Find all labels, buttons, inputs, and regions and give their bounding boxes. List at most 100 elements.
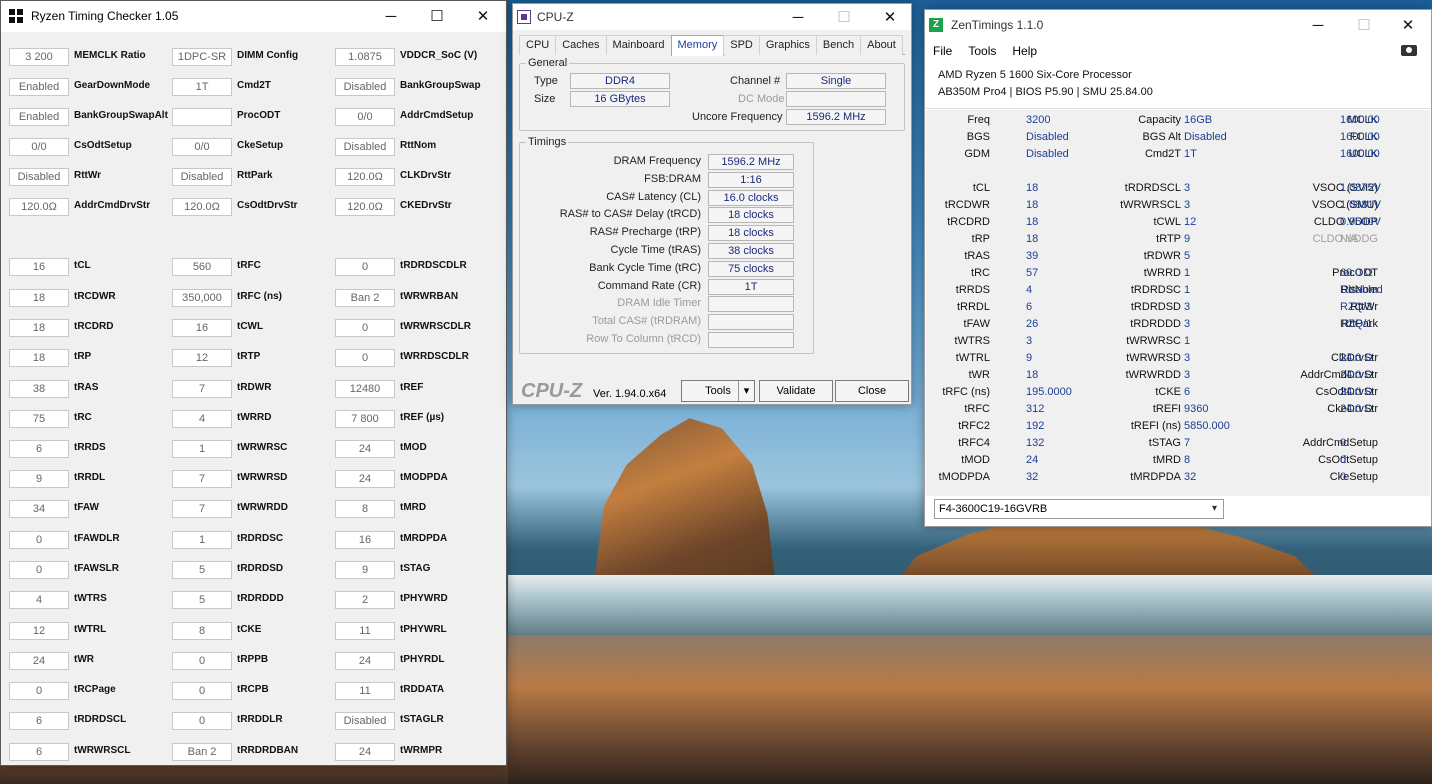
zt-value: 8 bbox=[1184, 454, 1191, 466]
rtc-label: CsOdtDrvStr bbox=[237, 200, 298, 211]
rtc-cell: 1 tRDRDSC bbox=[164, 516, 327, 549]
timing-value: 75 clocks bbox=[708, 260, 794, 277]
zt-titlebar[interactable]: Z ZenTimings 1.1.0 ─ ☐ ✕ bbox=[925, 10, 1431, 40]
cpuz-logo: CPU-Z bbox=[521, 380, 583, 402]
cpuz-maximize-button[interactable]: ☐ bbox=[821, 4, 867, 30]
rtc-cell: 12 tWTRL bbox=[1, 607, 164, 640]
rtc-label: tCL bbox=[74, 260, 91, 271]
rtc-cell: 4 tWRRD bbox=[164, 395, 327, 428]
rtc-label: tRAS bbox=[74, 382, 99, 393]
memory-profile-value: F4-3600C19-16GVRB bbox=[939, 503, 1048, 515]
rtc-cell: 18 tRCDRD bbox=[1, 304, 164, 337]
zt-label: tREFI (ns) bbox=[1130, 420, 1181, 432]
cpuz-version: Ver. 1.94.0.x64 bbox=[593, 388, 667, 400]
rtc-label: tWTRS bbox=[74, 593, 107, 604]
rtc-cell: 7 tRDWR bbox=[164, 365, 327, 398]
timing-value: 18 clocks bbox=[708, 225, 794, 242]
cpuz-minimize-button[interactable]: ─ bbox=[775, 4, 821, 30]
rtc-label: tRDWR bbox=[237, 382, 272, 393]
timing-value bbox=[708, 332, 794, 348]
rtc-label: tMOD bbox=[400, 442, 427, 453]
cpuz-window: CPU-Z ─ ☐ ✕ CPU Caches Mainboard Memory SPD G… bbox=[512, 3, 912, 405]
rtc-grid: 3 200 MEMCLK Ratio 1DPC-SR DIMM Config 1.087… bbox=[1, 32, 506, 765]
zt-value: 24.0 Ω bbox=[1340, 386, 1373, 398]
timing-label: Bank Cycle Time (tRC) bbox=[589, 261, 701, 274]
zt-close-button[interactable]: ✕ bbox=[1385, 10, 1431, 40]
minimize-button[interactable]: ─ bbox=[368, 1, 414, 31]
rtc-titlebar[interactable]: Ryzen Timing Checker 1.05 ─ ☐ ✕ bbox=[1, 1, 506, 31]
validate-button[interactable]: Validate bbox=[759, 380, 833, 402]
timings-group: Timings DRAM Frequency 1596.2 MHz FSB:DRAM… bbox=[519, 136, 814, 354]
tab-about[interactable]: About bbox=[860, 35, 903, 55]
channel-label: Channel # bbox=[730, 75, 781, 87]
rtc-cell: 8 tCKE bbox=[164, 607, 327, 640]
tab-spd[interactable]: SPD bbox=[723, 35, 760, 55]
zt-value: 26 bbox=[1026, 318, 1039, 330]
tab-graphics[interactable]: Graphics bbox=[758, 35, 817, 55]
rtc-cell: 12480 tREF bbox=[327, 365, 490, 398]
zt-label: tWTRS bbox=[954, 335, 990, 347]
cpuz-close-button[interactable]: ✕ bbox=[867, 4, 913, 30]
rtc-label: RttWr bbox=[74, 170, 102, 181]
rtc-cell: 0 tWRRDSCDLR bbox=[327, 334, 490, 367]
zt-label: tRDRDSC bbox=[1130, 284, 1181, 296]
tab-cpu[interactable]: CPU bbox=[519, 35, 557, 55]
zt-label: BGS bbox=[966, 131, 990, 143]
rtc-cell: 0 tWRWRSCDLR bbox=[327, 304, 490, 337]
menu-help[interactable]: Help bbox=[1004, 44, 1045, 58]
menu-file[interactable]: File bbox=[925, 44, 960, 58]
zt-label: tWR bbox=[968, 369, 990, 381]
rtc-label: tRDRDSCL bbox=[74, 714, 127, 725]
zt-minimize-button[interactable]: ─ bbox=[1295, 10, 1341, 40]
zt-label: tRDRDSD bbox=[1130, 301, 1181, 313]
zt-label: BGS Alt bbox=[1142, 131, 1181, 143]
zt-value: 1 bbox=[1184, 335, 1191, 347]
zt-value: 6 bbox=[1026, 301, 1033, 313]
cpuz-close-app-button[interactable]: Close bbox=[835, 380, 909, 402]
zt-label: tWTRL bbox=[955, 352, 990, 364]
zt-value: RZQ/3 bbox=[1340, 301, 1373, 313]
rtc-label: tRRDDLR bbox=[237, 714, 283, 725]
zt-value: 9 bbox=[1026, 352, 1033, 364]
zt-value: 3 bbox=[1184, 318, 1191, 330]
zt-value: 192 bbox=[1026, 420, 1045, 432]
rtc-cell: 0 tRDRDSCDLR bbox=[327, 243, 490, 276]
zt-maximize-button[interactable]: ☐ bbox=[1341, 10, 1387, 40]
rtc-label: tWRWRBAN bbox=[400, 291, 459, 302]
zt-value: 0 bbox=[1340, 437, 1347, 449]
rtc-cell: 24 tWR bbox=[1, 637, 164, 670]
menu-tools[interactable]: Tools bbox=[960, 44, 1004, 58]
rtc-cell: 11 tRDDATA bbox=[327, 667, 490, 700]
rtc-cell: 120.0Ω AddrCmdDrvStr bbox=[1, 183, 164, 216]
maximize-button[interactable]: ☐ bbox=[414, 1, 460, 31]
close-button[interactable]: ✕ bbox=[460, 1, 506, 31]
zt-label: tWRWRSC bbox=[1126, 335, 1181, 347]
rtc-label: tRRDL bbox=[74, 472, 106, 483]
zt-value: 6 bbox=[1184, 386, 1191, 398]
zt-value: 3 bbox=[1184, 182, 1191, 194]
zt-label: GDM bbox=[964, 148, 990, 160]
tools-button[interactable]: Tools ▾ bbox=[681, 380, 755, 402]
tab-mainboard[interactable]: Mainboard bbox=[605, 35, 672, 55]
rtc-cell: 24 tMOD bbox=[327, 425, 490, 458]
rtc-cell: ProcODT bbox=[164, 93, 327, 126]
rtc-cell: 12 tRTP bbox=[164, 334, 327, 367]
zt-label: tWRWRDD bbox=[1125, 369, 1181, 381]
rtc-cell: 7 tWRWRSD bbox=[164, 455, 327, 488]
cpuz-titlebar[interactable]: CPU-Z ─ ☐ ✕ bbox=[513, 4, 911, 30]
zt-value: Disabled bbox=[1340, 284, 1383, 296]
tab-caches[interactable]: Caches bbox=[555, 35, 607, 55]
rtc-value: 6 bbox=[9, 743, 69, 761]
rtc-cell: 6 tRRDS bbox=[1, 425, 164, 458]
memory-profile-select[interactable]: F4-3600C19-16GVRB ▾ bbox=[934, 499, 1224, 519]
tab-bench[interactable]: Bench bbox=[815, 35, 862, 55]
rtc-cell: Disabled RttNom bbox=[327, 123, 490, 156]
screenshot-camera-icon[interactable] bbox=[1401, 45, 1417, 56]
rtc-label: tRRDS bbox=[74, 442, 106, 453]
cpuz-app-icon bbox=[517, 10, 531, 24]
zt-value: 1600.00 bbox=[1340, 148, 1380, 160]
rtc-label: tRDRDSC bbox=[237, 533, 284, 544]
zt-value: 3 bbox=[1184, 352, 1191, 364]
tab-memory[interactable]: Memory bbox=[670, 35, 725, 56]
zt-value: 1.0881V bbox=[1340, 199, 1381, 211]
